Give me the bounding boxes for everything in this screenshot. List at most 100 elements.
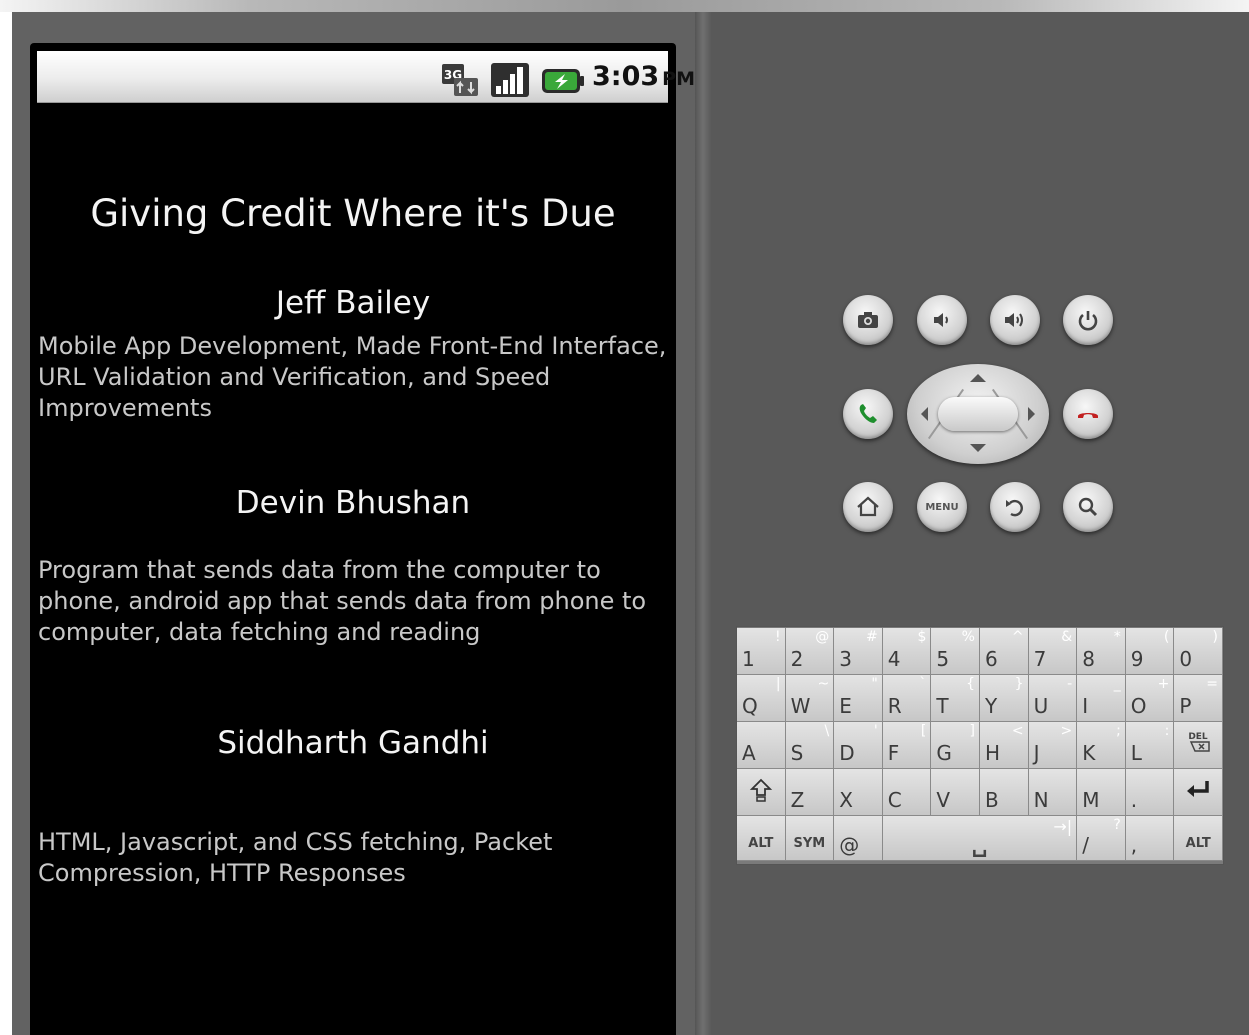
key-d[interactable]: D ' [834, 722, 883, 769]
dpad-down-icon[interactable] [970, 444, 986, 452]
key-2[interactable]: 2 @ [785, 628, 835, 675]
key-enter[interactable] [1174, 769, 1223, 816]
key-v[interactable]: V [931, 769, 980, 816]
del-icon: DEL [1174, 730, 1222, 760]
key-label: S [790, 741, 804, 765]
key-label: / [1082, 833, 1089, 857]
key-label: W [790, 694, 811, 718]
key-label: . [1130, 788, 1138, 812]
key-space[interactable]: →| ␣ [882, 816, 1078, 861]
back-button[interactable] [990, 482, 1040, 532]
key-7[interactable]: 7 & [1028, 628, 1078, 675]
key-alt-label: ` [919, 676, 927, 692]
key-del[interactable]: DEL [1174, 722, 1223, 769]
key-shift[interactable] [737, 769, 786, 816]
key-i[interactable]: I _ [1077, 675, 1126, 722]
key-label: @ [839, 833, 860, 857]
end-call-button[interactable] [1063, 389, 1113, 439]
key-3[interactable]: 3 # [834, 628, 883, 675]
key-u[interactable]: U- [1028, 675, 1078, 722]
key-label: M [1082, 788, 1100, 812]
svg-text:DEL: DEL [1189, 732, 1209, 742]
key-alt-right[interactable]: ALT [1174, 816, 1223, 861]
key-h[interactable]: H < [980, 722, 1029, 769]
key-label: O [1130, 694, 1147, 718]
key-label: R [887, 694, 902, 718]
device-screen: 3G 3:03 PM Giving Credit Where it's Due J… [30, 43, 695, 1035]
key-s[interactable]: S \ [785, 722, 835, 769]
key-k46[interactable]: . [1125, 769, 1175, 816]
dpad[interactable] [907, 364, 1049, 464]
camera-button[interactable] [843, 295, 893, 345]
key-label: X [839, 788, 853, 812]
key-sym[interactable]: SYM [785, 816, 835, 861]
key-1[interactable]: 1! [737, 628, 786, 675]
key-k[interactable]: K; [1077, 722, 1126, 769]
key-label: 3 [839, 647, 852, 671]
key-alt-label: + [1157, 676, 1170, 692]
search-button[interactable] [1063, 482, 1113, 532]
dpad-up-icon[interactable] [970, 374, 986, 382]
enter-icon [1174, 777, 1222, 807]
key-c[interactable]: C [882, 769, 932, 816]
volume-up-button[interactable] [990, 295, 1040, 345]
key-alt-label: < [1011, 723, 1024, 739]
key-slash[interactable]: /? [1077, 816, 1126, 861]
key-8[interactable]: 8 * [1077, 628, 1126, 675]
key-label: G [936, 741, 952, 765]
key-alt-label: ; [1116, 723, 1121, 739]
key-a[interactable]: A [737, 722, 786, 769]
window-top-strip [0, 0, 1249, 12]
key-alt-label: @ [815, 629, 830, 645]
key-alt-label: ^ [1011, 629, 1024, 645]
key-label: SYM [793, 836, 826, 851]
key-0[interactable]: 0) [1174, 628, 1223, 675]
key-e[interactable]: E " [834, 675, 883, 722]
key-6[interactable]: 6 ^ [980, 628, 1029, 675]
key-alt-label: [ [920, 723, 927, 739]
key-q[interactable]: Q | [737, 675, 786, 722]
key-b[interactable]: B [980, 769, 1029, 816]
key-alt-left[interactable]: ALT [737, 816, 786, 861]
key-alt-label: * [1113, 629, 1121, 645]
key-9[interactable]: 9( [1125, 628, 1175, 675]
key-alt-label: > [1060, 723, 1073, 739]
key-5[interactable]: 5% [931, 628, 980, 675]
call-button[interactable] [843, 389, 893, 439]
page-title: Giving Credit Where it's Due [90, 192, 616, 235]
dpad-left-icon[interactable] [921, 407, 928, 421]
key-4[interactable]: 4 $ [882, 628, 932, 675]
key-o[interactable]: O + [1125, 675, 1175, 722]
key-r[interactable]: R ` [882, 675, 932, 722]
key-label: H [985, 741, 1001, 765]
end-call-icon [1078, 413, 1098, 418]
key-label: N [1033, 788, 1049, 812]
key-l[interactable]: L: [1125, 722, 1175, 769]
key-label: K [1082, 741, 1096, 765]
key-f[interactable]: F[ [882, 722, 932, 769]
key-label: F [887, 741, 900, 765]
key-alt-label: = [1206, 676, 1218, 692]
key-y[interactable]: Y} [980, 675, 1029, 722]
key-label: Y [985, 694, 998, 718]
key-label: J [1033, 741, 1040, 765]
home-button[interactable] [843, 482, 893, 532]
key-g[interactable]: G] [931, 722, 980, 769]
dpad-center-button[interactable] [938, 397, 1018, 431]
key-at[interactable]: @ [834, 816, 883, 861]
key-j[interactable]: J > [1028, 722, 1078, 769]
key-z[interactable]: Z [785, 769, 835, 816]
dpad-right-icon[interactable] [1028, 407, 1035, 421]
volume-down-button[interactable] [917, 295, 967, 345]
key-label: 4 [887, 647, 901, 671]
menu-button[interactable]: MENU [917, 482, 967, 532]
key-label: V [936, 788, 951, 812]
key-p[interactable]: P = [1174, 675, 1223, 722]
key-comma[interactable]: , [1125, 816, 1175, 861]
key-w[interactable]: W ~ [785, 675, 835, 722]
key-n[interactable]: N [1028, 769, 1078, 816]
key-m[interactable]: M [1077, 769, 1126, 816]
key-t[interactable]: T{ [931, 675, 980, 722]
power-button[interactable] [1063, 295, 1113, 345]
key-x[interactable]: X [834, 769, 883, 816]
